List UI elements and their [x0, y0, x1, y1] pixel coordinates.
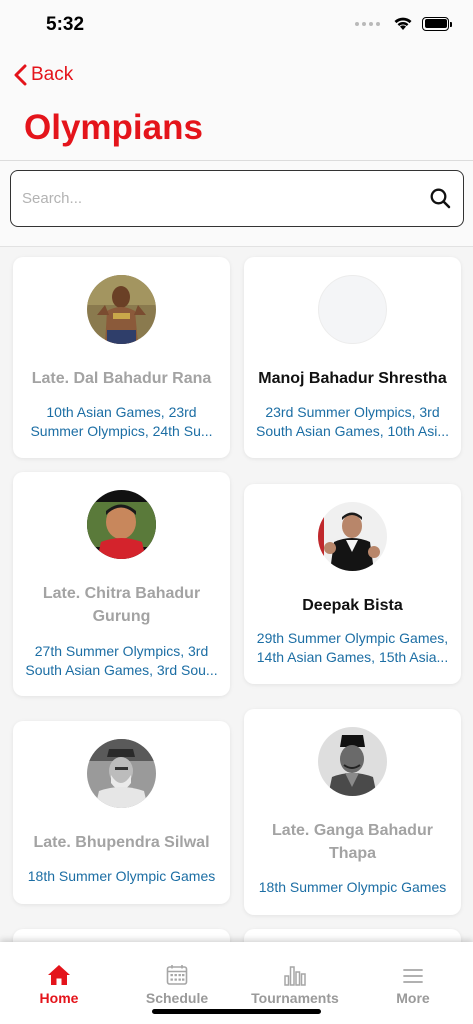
athlete-photo [87, 739, 156, 808]
search-section [0, 161, 473, 247]
olympian-card[interactable]: Late. Bhupendra Silwal 18th Summer Olymp… [13, 721, 230, 904]
athlete-name: Late. Dal Bahadur Rana [31, 370, 212, 387]
tab-schedule[interactable]: Schedule [118, 942, 236, 1012]
search-icon[interactable] [430, 188, 451, 209]
athlete-games: 10th Asian Games, 23rd Summer Olympics, … [30, 404, 213, 439]
search-box[interactable] [10, 170, 464, 227]
athlete-games: 29th Summer Olympic Games, 14th Asian Ga… [256, 630, 449, 665]
bar-chart-icon [284, 966, 306, 986]
tab-label: Tournaments [251, 990, 339, 1006]
wifi-icon [394, 17, 412, 30]
olympian-card[interactable]: Manoj Bahadur Shrestha 23rd Summer Olymp… [244, 257, 461, 458]
athlete-name: Late. Chitra Bahadur Gurung [42, 585, 201, 625]
calendar-icon [166, 965, 188, 985]
tab-label: More [396, 990, 430, 1006]
page-title: Olympians [24, 108, 203, 147]
athlete-games: 18th Summer Olympic Games [27, 868, 216, 884]
status-bar: 5:32 [0, 0, 473, 52]
olympian-card[interactable]: Deepak Bista 29th Summer Olympic Games, … [244, 484, 461, 684]
home-icon [48, 965, 70, 985]
athlete-games: 23rd Summer Olympics, 3rd South Asian Ga… [256, 404, 449, 439]
olympian-card[interactable] [244, 929, 461, 943]
battery-icon [422, 16, 452, 31]
olympian-card[interactable] [13, 929, 230, 943]
athlete-name: Deepak Bista [302, 597, 403, 614]
athlete-photo [318, 502, 387, 571]
status-icons [355, 16, 452, 31]
athlete-name: Manoj Bahadur Shrestha [258, 370, 447, 387]
chevron-left-icon [14, 64, 27, 86]
back-label: Back [31, 64, 74, 85]
athlete-photo [87, 275, 156, 344]
tab-label: Home [39, 990, 79, 1006]
athlete-photo [87, 490, 156, 559]
status-time: 5:32 [46, 14, 85, 35]
tab-label: Schedule [145, 990, 209, 1006]
navigation-header: Back Olympians [0, 52, 473, 160]
olympian-card[interactable]: Late. Ganga Bahadur Thapa 18th Summer Ol… [244, 709, 461, 915]
olympian-card[interactable]: Late. Dal Bahadur Rana 10th Asian Games,… [13, 257, 230, 458]
athlete-name: Late. Bhupendra Silwal [33, 834, 210, 851]
signal-icon [355, 21, 380, 26]
tab-tournaments[interactable]: Tournaments [236, 942, 354, 1012]
home-indicator [152, 1009, 321, 1014]
athlete-photo-placeholder [318, 275, 387, 344]
back-button[interactable]: Back [14, 64, 73, 86]
olympian-card[interactable]: Late. Chitra Bahadur Gurung 27th Summer … [13, 472, 230, 696]
menu-icon [403, 969, 423, 983]
athlete-games: 18th Summer Olympic Games [258, 879, 447, 895]
tab-more[interactable]: More [354, 942, 472, 1012]
athlete-name: Late. Ganga Bahadur Thapa [272, 822, 433, 862]
athlete-games: 27th Summer Olympics, 3rd South Asian Ga… [25, 643, 218, 678]
tab-home[interactable]: Home [0, 942, 118, 1012]
search-input[interactable] [22, 171, 422, 225]
olympians-grid: Late. Dal Bahadur Rana 10th Asian Games,… [0, 247, 473, 943]
athlete-photo [318, 727, 387, 796]
